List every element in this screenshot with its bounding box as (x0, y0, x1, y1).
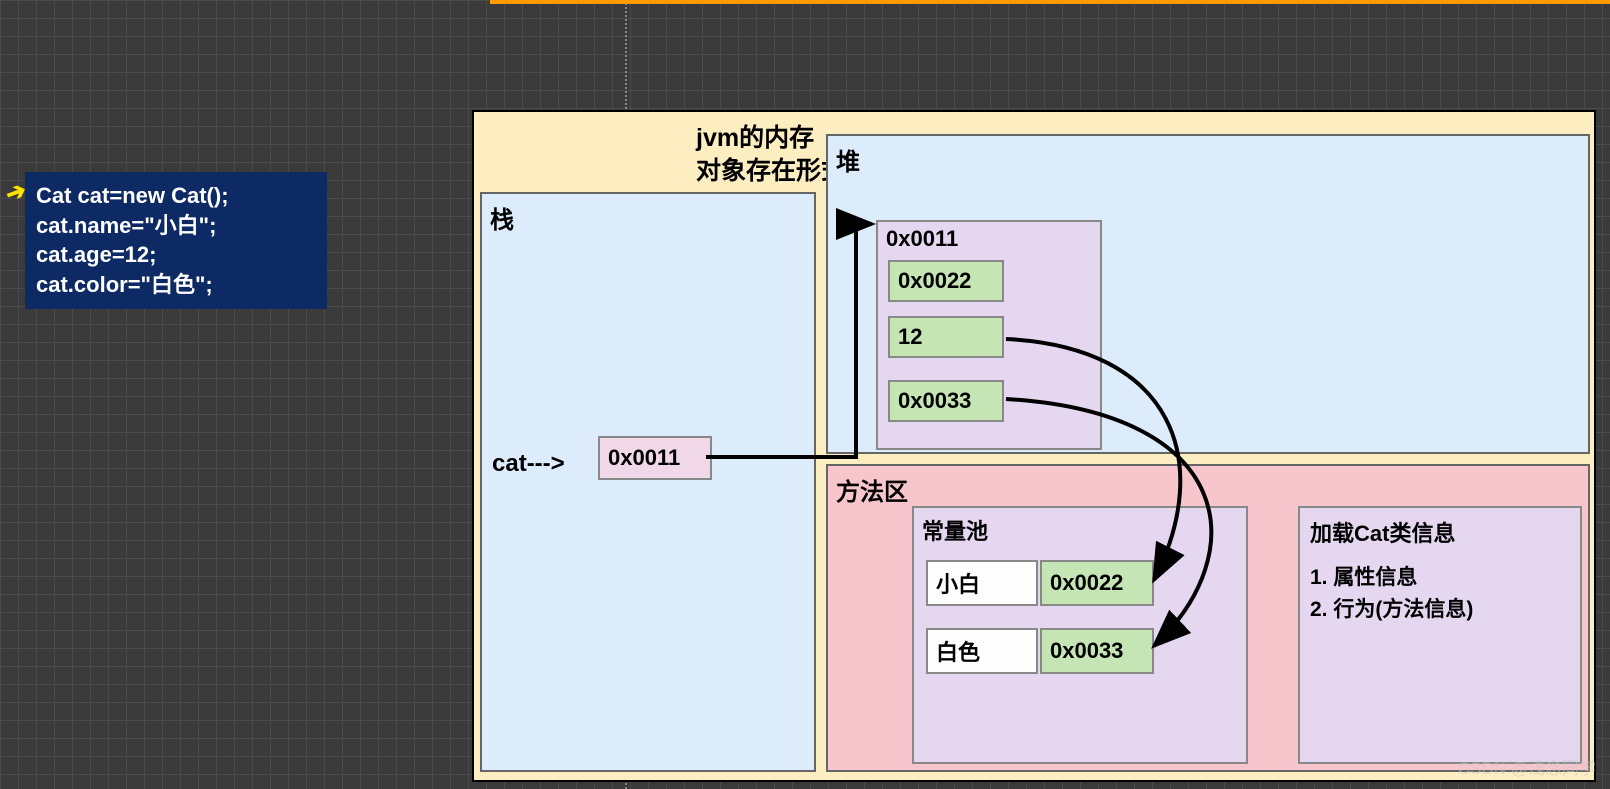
const-pool-val2: 白色 (926, 628, 1038, 674)
jvm-title-line1: jvm的内存 (696, 124, 814, 152)
jvm-title-line2: 对象存在形式 (696, 157, 846, 185)
code-block: Cat cat=new Cat(); cat.name="小白"; cat.ag… (25, 172, 327, 309)
stack-addr-box: 0x0011 (598, 436, 712, 480)
heap-field-name: 0x0022 (888, 260, 1004, 302)
heap-label: 堆 (836, 142, 860, 177)
watermark: CSDN @浅念同学 (1458, 754, 1596, 779)
heap-object-addr: 0x0011 (886, 226, 958, 252)
const-pool-addr1: 0x0022 (1040, 560, 1154, 606)
constant-pool-label: 常量池 (922, 514, 988, 546)
code-line-3: cat.age=12; (36, 240, 316, 270)
class-info-box: 加载Cat类信息 1. 属性信息2. 行为(方法信息) (1298, 506, 1582, 764)
stack-region: 栈 cat---> 0x0011 (480, 192, 816, 772)
heap-region: 堆 0x0011 0x0022 12 0x0033 (826, 134, 1590, 454)
code-line-4: cat.color="白色"; (36, 270, 316, 300)
const-pool-val1: 小白 (926, 560, 1038, 606)
method-area-label: 方法区 (836, 472, 908, 507)
heap-object: 0x0011 0x0022 12 0x0033 (876, 220, 1102, 450)
code-line-1: Cat cat=new Cat(); (36, 181, 316, 211)
jvm-title: jvm的内存 对象存在形式 (696, 122, 846, 187)
class-info-title: 加载Cat类信息 (1310, 516, 1455, 548)
selection-edge (490, 0, 1610, 4)
constant-pool: 常量池 小白 0x0022 白色 0x0033 (912, 506, 1248, 764)
stack-label: 栈 (490, 200, 514, 235)
stack-variable: cat---> (492, 450, 565, 478)
method-area-region: 方法区 常量池 小白 0x0022 白色 0x0033 加载Cat类信息 1. … (826, 464, 1590, 772)
code-line-2: cat.name="小白"; (36, 211, 316, 241)
diagram-canvas: ➔ Cat cat=new Cat(); cat.name="小白"; cat.… (0, 0, 1610, 789)
class-info-body: 1. 属性信息2. 行为(方法信息) (1310, 562, 1473, 625)
const-pool-addr2: 0x0033 (1040, 628, 1154, 674)
jvm-memory-region: jvm的内存 对象存在形式 栈 cat---> 0x0011 堆 0x0011 … (472, 110, 1596, 782)
heap-field-age: 12 (888, 316, 1004, 358)
heap-field-color: 0x0033 (888, 380, 1004, 422)
